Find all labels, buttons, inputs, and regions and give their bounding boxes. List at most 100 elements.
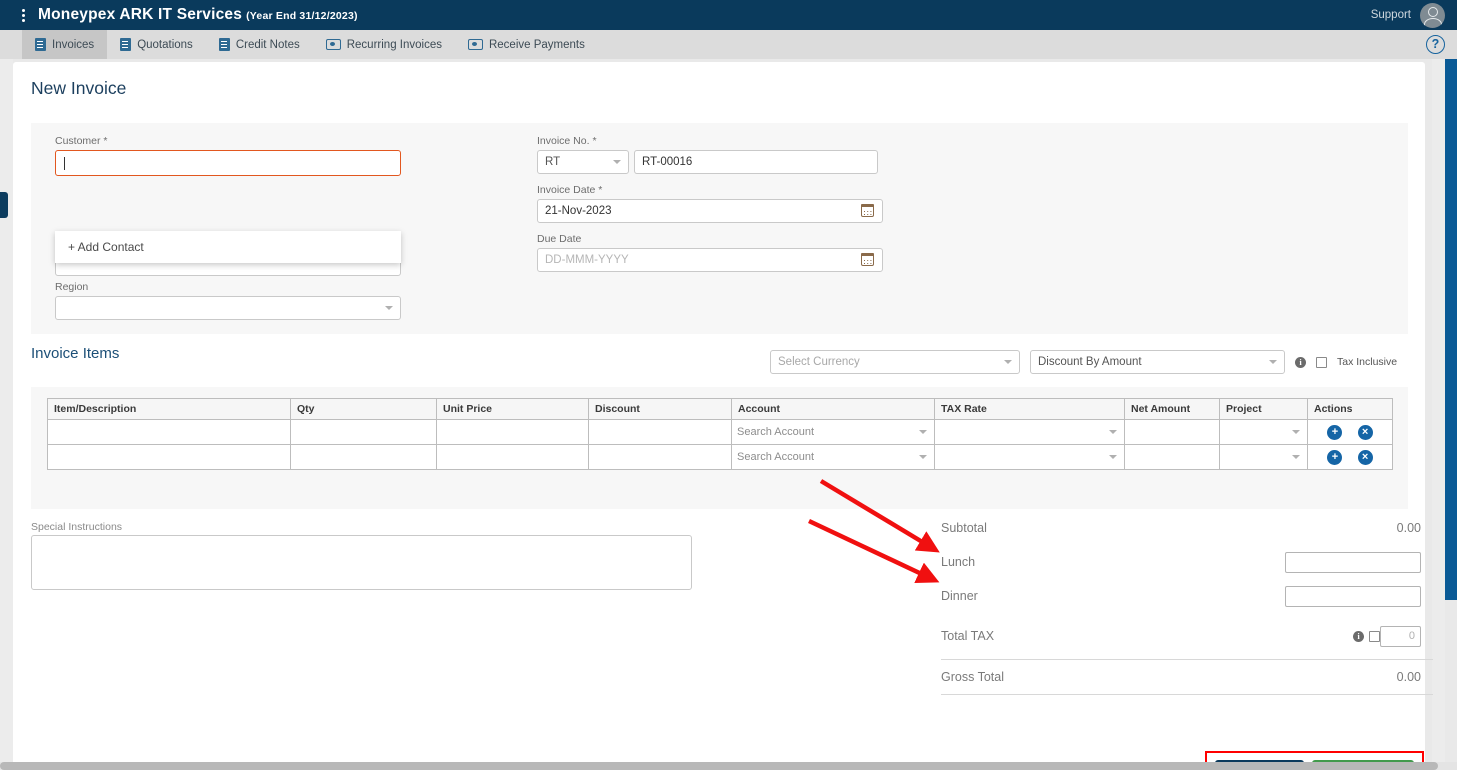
info-icon[interactable]: i: [1295, 356, 1306, 368]
right-gutter: [1432, 59, 1445, 770]
column-header-discount: Discount: [588, 398, 732, 420]
cell-qty[interactable]: [290, 419, 437, 445]
cell-qty[interactable]: [290, 444, 437, 470]
info-icon[interactable]: i: [1353, 630, 1364, 642]
tab-label: Quotations: [137, 38, 193, 51]
divider: [941, 694, 1433, 695]
kebab-menu-icon[interactable]: [10, 7, 36, 24]
cell-actions: + ×: [1307, 419, 1393, 445]
discount-mode-select[interactable]: Discount By Amount: [1030, 350, 1285, 374]
cell-discount[interactable]: [588, 419, 732, 445]
project-select[interactable]: [1225, 421, 1302, 444]
plus-icon[interactable]: +: [1327, 424, 1343, 440]
column-header-net-amount: Net Amount: [1124, 398, 1220, 420]
invoice-date-field-group: Invoice Date * 21-Nov-2023: [537, 184, 883, 223]
application-window: Moneypex ARK IT Services (Year End 31/12/…: [0, 0, 1457, 770]
column-header-actions: Actions: [1307, 398, 1393, 420]
chevron-down-icon: [1269, 360, 1277, 364]
tab-label: Receive Payments: [488, 38, 585, 51]
special-instructions-textarea[interactable]: [31, 535, 692, 590]
table-row: Search Account + ×: [47, 419, 1393, 445]
invoice-prefix-value: RT: [545, 156, 561, 168]
tax-rate-select[interactable]: [940, 446, 1119, 469]
customer-label: Customer *: [55, 135, 108, 147]
scrollbar-thumb[interactable]: [0, 762, 1438, 770]
invoice-date-label: Invoice Date *: [537, 184, 603, 196]
project-select[interactable]: [1225, 446, 1302, 469]
chevron-down-icon: [1109, 430, 1117, 434]
region-select[interactable]: [55, 296, 401, 320]
due-date-placeholder: DD-MMM-YYYY: [545, 254, 629, 266]
customer-field-group: Customer *: [55, 135, 401, 176]
dinner-input[interactable]: [1285, 585, 1421, 607]
chevron-down-icon: [1109, 455, 1117, 459]
document-icon: [35, 38, 46, 51]
chevron-down-icon: [919, 455, 927, 459]
currency-select[interactable]: Select Currency: [770, 350, 1020, 374]
invoice-no-input[interactable]: RT-00016: [634, 150, 878, 174]
tax-inclusive-checkbox[interactable]: [1316, 356, 1327, 368]
invoice-prefix-select[interactable]: RT: [537, 150, 629, 174]
lunch-input[interactable]: [1285, 551, 1421, 573]
invoice-no-label: Invoice No. *: [537, 135, 597, 147]
total-tax-controls: i: [1353, 630, 1380, 642]
left-gutter: [0, 59, 13, 770]
column-header-unit-price: Unit Price: [436, 398, 589, 420]
cell-account[interactable]: Search Account: [731, 444, 935, 470]
user-avatar-icon[interactable]: [1420, 2, 1445, 28]
cell-unit-price[interactable]: [436, 444, 589, 470]
due-date-input[interactable]: DD-MMM-YYYY: [537, 248, 883, 272]
tab-recurring-invoices[interactable]: Recurring Invoices: [313, 30, 455, 59]
invoice-page: New Invoice Customer * Sale Person Regio…: [13, 62, 1433, 770]
customer-dropdown-menu: + Add Contact: [55, 231, 401, 263]
add-contact-option[interactable]: + Add Contact: [68, 240, 144, 254]
invoice-date-input[interactable]: 21-Nov-2023: [537, 199, 883, 223]
gross-total-label: Gross Total: [941, 670, 1004, 684]
chevron-down-icon: [1004, 360, 1012, 364]
calendar-icon[interactable]: [860, 252, 875, 266]
total-tax-input[interactable]: 0: [1380, 625, 1421, 647]
cell-net-amount: [1124, 444, 1220, 470]
tab-quotations[interactable]: Quotations: [107, 30, 206, 59]
cell-unit-price[interactable]: [436, 419, 589, 445]
tab-credit-notes[interactable]: Credit Notes: [206, 30, 313, 59]
cell-description[interactable]: [47, 419, 291, 445]
invoice-items-toolbar: Select Currency Discount By Amount i Tax…: [770, 350, 1397, 374]
horizontal-scrollbar[interactable]: [0, 762, 1457, 770]
tab-invoices[interactable]: Invoices: [22, 30, 108, 59]
invoice-items-title: Invoice Items: [31, 345, 120, 362]
account-select[interactable]: Search Account: [737, 421, 929, 444]
total-tax-row: Total TAX i 0: [941, 613, 1421, 659]
cell-net-amount: [1124, 419, 1220, 445]
cell-description[interactable]: [47, 444, 291, 470]
lunch-label: Lunch: [941, 555, 976, 569]
remove-icon[interactable]: ×: [1357, 449, 1373, 465]
invoice-no-row: RT RT-00016: [537, 150, 883, 174]
cell-actions: + ×: [1307, 444, 1393, 470]
total-tax-checkbox[interactable]: [1369, 630, 1380, 642]
customer-input[interactable]: [55, 150, 401, 176]
dinner-label: Dinner: [941, 589, 978, 603]
account-select[interactable]: Search Account: [737, 446, 929, 469]
top-bar-right: Support: [1371, 2, 1445, 28]
cell-tax-rate[interactable]: [934, 444, 1125, 470]
cell-project[interactable]: [1219, 419, 1308, 445]
plus-icon[interactable]: +: [1327, 449, 1343, 465]
region-field-group: Region: [55, 281, 401, 320]
sidebar-toggle-handle[interactable]: [0, 192, 8, 218]
cell-project[interactable]: [1219, 444, 1308, 470]
column-header-project: Project: [1219, 398, 1308, 420]
tax-rate-select[interactable]: [940, 421, 1119, 444]
remove-icon[interactable]: ×: [1357, 424, 1373, 440]
cell-tax-rate[interactable]: [934, 419, 1125, 445]
calendar-icon[interactable]: [860, 203, 875, 217]
cell-discount[interactable]: [588, 444, 732, 470]
help-icon[interactable]: ?: [1426, 35, 1445, 54]
text-cursor: [64, 156, 65, 170]
currency-placeholder: Select Currency: [778, 356, 860, 368]
module-tab-bar: Invoices Quotations Credit Notes Recurri…: [0, 30, 1457, 59]
subtotal-row: Subtotal 0.00: [941, 511, 1421, 545]
cell-account[interactable]: Search Account: [731, 419, 935, 445]
tab-receive-payments[interactable]: Receive Payments: [455, 30, 598, 59]
support-link[interactable]: Support: [1371, 9, 1411, 21]
